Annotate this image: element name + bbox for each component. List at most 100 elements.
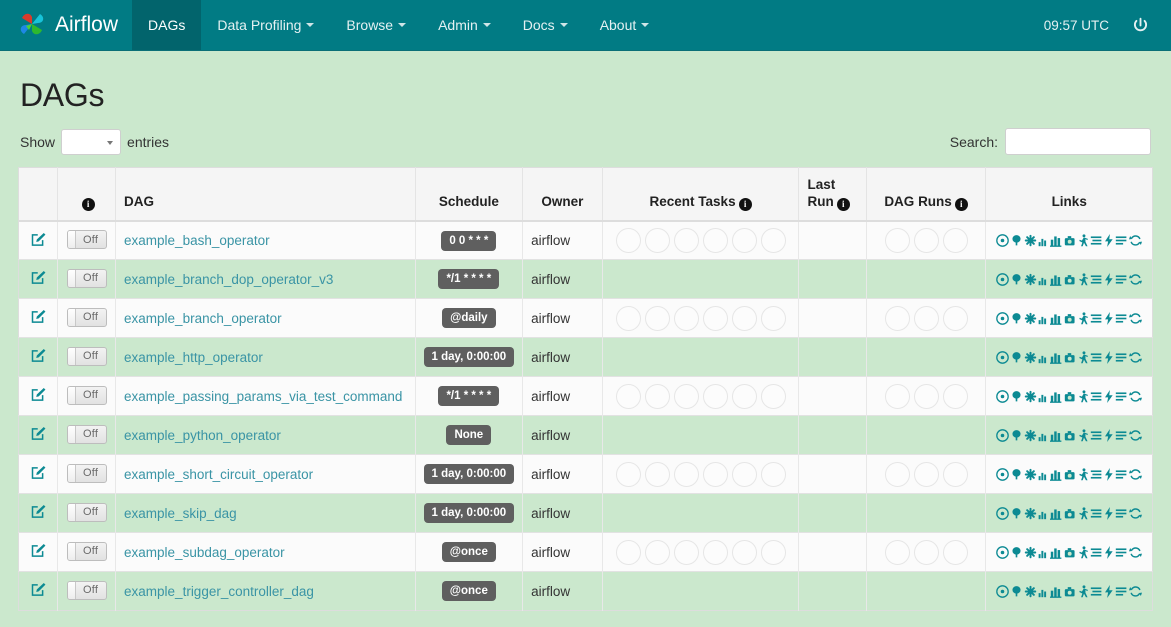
edit-dag-icon[interactable] — [31, 309, 46, 324]
task-tries-icon[interactable] — [1050, 585, 1063, 598]
dag-link[interactable]: example_branch_dop_operator_v3 — [124, 272, 333, 287]
status-circle[interactable] — [760, 228, 786, 254]
landing-times-icon[interactable] — [1064, 273, 1077, 286]
graph-view-icon[interactable] — [1024, 390, 1037, 403]
info-icon[interactable]: i — [836, 197, 850, 211]
status-circle[interactable] — [702, 461, 728, 487]
details-icon[interactable] — [1090, 429, 1103, 442]
edit-dag-icon[interactable] — [31, 348, 46, 363]
edit-dag-icon[interactable] — [31, 465, 46, 480]
details-icon[interactable] — [1090, 546, 1103, 559]
task-duration-icon[interactable] — [1038, 468, 1049, 481]
status-circle[interactable] — [673, 383, 699, 409]
status-circle[interactable] — [615, 305, 641, 331]
graph-view-icon[interactable] — [1024, 429, 1037, 442]
task-duration-icon[interactable] — [1038, 429, 1049, 442]
search-input[interactable] — [1005, 128, 1151, 155]
refresh-icon[interactable] — [1129, 312, 1143, 325]
trigger-dag-icon[interactable] — [996, 273, 1010, 286]
dag-on-off-toggle[interactable]: Off — [66, 230, 107, 250]
code-icon[interactable] — [1104, 584, 1114, 598]
status-circle[interactable] — [760, 383, 786, 409]
info-icon[interactable]: i — [81, 197, 95, 211]
code-icon[interactable] — [1104, 428, 1114, 442]
dag-on-off-toggle[interactable]: Off — [66, 541, 107, 561]
logs-icon[interactable] — [1115, 390, 1128, 403]
dag-link[interactable]: example_passing_params_via_test_command — [124, 389, 402, 404]
dag-on-off-toggle[interactable]: Off — [66, 580, 107, 600]
logs-icon[interactable] — [1115, 429, 1128, 442]
status-circle[interactable] — [673, 305, 699, 331]
status-circle[interactable] — [673, 228, 699, 254]
task-duration-icon[interactable] — [1038, 351, 1049, 364]
tree-view-icon[interactable] — [1010, 546, 1023, 559]
landing-times-icon[interactable] — [1064, 546, 1077, 559]
edit-dag-icon[interactable] — [31, 232, 46, 247]
task-tries-icon[interactable] — [1050, 546, 1063, 559]
task-tries-icon[interactable] — [1050, 429, 1063, 442]
status-circle[interactable] — [615, 383, 641, 409]
nav-item-about[interactable]: About — [584, 0, 666, 50]
status-circle[interactable] — [673, 461, 699, 487]
task-duration-icon[interactable] — [1038, 312, 1049, 325]
task-tries-icon[interactable] — [1050, 390, 1063, 403]
code-icon[interactable] — [1104, 545, 1114, 559]
edit-dag-icon[interactable] — [31, 426, 46, 441]
logs-icon[interactable] — [1115, 273, 1128, 286]
task-duration-icon[interactable] — [1038, 273, 1049, 286]
refresh-icon[interactable] — [1129, 390, 1143, 403]
status-circle[interactable] — [884, 461, 910, 487]
logs-icon[interactable] — [1115, 507, 1128, 520]
dag-link[interactable]: example_bash_operator — [124, 233, 270, 248]
trigger-dag-icon[interactable] — [996, 351, 1010, 364]
status-circle[interactable] — [942, 305, 968, 331]
landing-times-icon[interactable] — [1064, 312, 1077, 325]
nav-item-admin[interactable]: Admin — [422, 0, 507, 50]
tree-view-icon[interactable] — [1010, 429, 1023, 442]
refresh-icon[interactable] — [1129, 273, 1143, 286]
status-circle[interactable] — [615, 539, 641, 565]
details-icon[interactable] — [1090, 312, 1103, 325]
refresh-icon[interactable] — [1129, 429, 1143, 442]
trigger-dag-icon[interactable] — [996, 585, 1010, 598]
dag-on-off-toggle[interactable]: Off — [66, 307, 107, 327]
status-circle[interactable] — [942, 539, 968, 565]
status-circle[interactable] — [702, 539, 728, 565]
logs-icon[interactable] — [1115, 351, 1128, 364]
power-icon[interactable] — [1131, 16, 1149, 34]
entries-per-page-select[interactable] — [61, 128, 122, 155]
gantt-icon[interactable] — [1078, 351, 1089, 364]
code-icon[interactable] — [1104, 350, 1114, 364]
status-circle[interactable] — [615, 461, 641, 487]
status-circle[interactable] — [913, 228, 939, 254]
task-duration-icon[interactable] — [1038, 507, 1049, 520]
status-circle[interactable] — [731, 539, 757, 565]
status-circle[interactable] — [760, 539, 786, 565]
details-icon[interactable] — [1090, 351, 1103, 364]
gantt-icon[interactable] — [1078, 468, 1089, 481]
trigger-dag-icon[interactable] — [996, 429, 1010, 442]
logs-icon[interactable] — [1115, 468, 1128, 481]
gantt-icon[interactable] — [1078, 273, 1089, 286]
graph-view-icon[interactable] — [1024, 468, 1037, 481]
logs-icon[interactable] — [1115, 585, 1128, 598]
graph-view-icon[interactable] — [1024, 351, 1037, 364]
tree-view-icon[interactable] — [1010, 390, 1023, 403]
code-icon[interactable] — [1104, 389, 1114, 403]
tree-view-icon[interactable] — [1010, 273, 1023, 286]
task-tries-icon[interactable] — [1050, 273, 1063, 286]
graph-view-icon[interactable] — [1024, 312, 1037, 325]
code-icon[interactable] — [1104, 506, 1114, 520]
status-circle[interactable] — [702, 305, 728, 331]
landing-times-icon[interactable] — [1064, 429, 1077, 442]
trigger-dag-icon[interactable] — [996, 468, 1010, 481]
status-circle[interactable] — [913, 305, 939, 331]
edit-dag-icon[interactable] — [31, 504, 46, 519]
nav-item-browse[interactable]: Browse — [330, 0, 422, 50]
dag-link[interactable]: example_branch_operator — [124, 311, 282, 326]
status-circle[interactable] — [884, 228, 910, 254]
gantt-icon[interactable] — [1078, 429, 1089, 442]
nav-item-docs[interactable]: Docs — [507, 0, 584, 50]
details-icon[interactable] — [1090, 273, 1103, 286]
edit-dag-icon[interactable] — [31, 387, 46, 402]
